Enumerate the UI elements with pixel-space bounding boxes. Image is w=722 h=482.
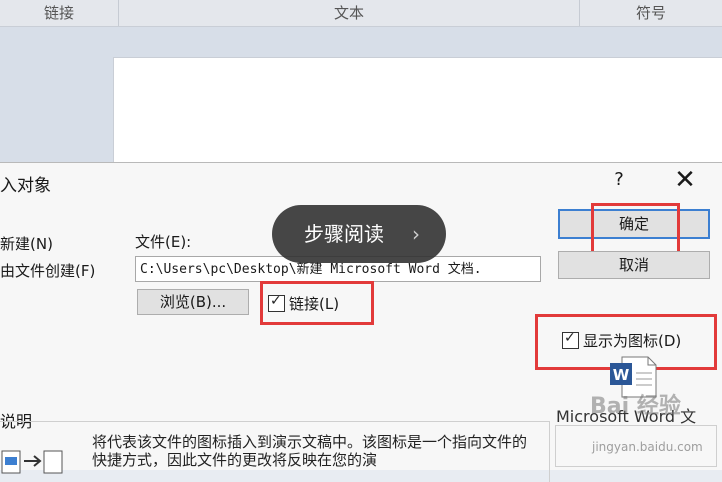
checkbox-checked-icon: [562, 330, 579, 349]
radio-create-new[interactable]: 新建(N): [0, 233, 53, 254]
cancel-button[interactable]: 取消: [558, 251, 710, 279]
slide-workspace: [0, 27, 722, 179]
ribbon-bar: 链接 文本 符号: [0, 0, 722, 27]
display-as-icon-checkbox[interactable]: 显示为图标(D): [562, 330, 681, 351]
ribbon-group-symbols[interactable]: 符号: [580, 0, 722, 26]
svg-text:W: W: [613, 366, 630, 384]
ok-button[interactable]: 确定: [558, 209, 710, 239]
watermark-logo: Bai 经验: [590, 394, 681, 419]
step-reading-label: 步骤阅读: [304, 222, 384, 246]
checkbox-checked-icon: [268, 293, 285, 312]
file-label: 文件(E):: [135, 233, 192, 251]
close-button[interactable]: ✕: [672, 165, 698, 195]
radio-create-from-file[interactable]: 由文件创建(F): [0, 260, 95, 281]
chevron-right-icon: ›: [412, 222, 420, 246]
link-checkbox-label: 链接(L): [289, 295, 340, 313]
link-checkbox[interactable]: 链接(L): [268, 293, 339, 314]
ribbon-group-links[interactable]: 链接: [0, 0, 118, 26]
display-as-icon-label: 显示为图标(D): [583, 332, 682, 350]
help-button[interactable]: ?: [610, 169, 628, 190]
ribbon-group-text[interactable]: 文本: [119, 0, 579, 26]
result-diagram-icon: [1, 450, 63, 474]
result-description: 将代表该文件的图标插入到演示文稿中。该图标是一个指向文件的快捷方式，因此文件的更…: [92, 433, 528, 469]
browse-button[interactable]: 浏览(B)...: [137, 289, 249, 315]
watermark-url: jingyan.baidu.com: [592, 440, 703, 454]
dialog-title: 入对象: [0, 176, 51, 196]
slide-canvas[interactable]: [113, 57, 722, 179]
step-reading-button[interactable]: 步骤阅读 ›: [272, 205, 446, 263]
